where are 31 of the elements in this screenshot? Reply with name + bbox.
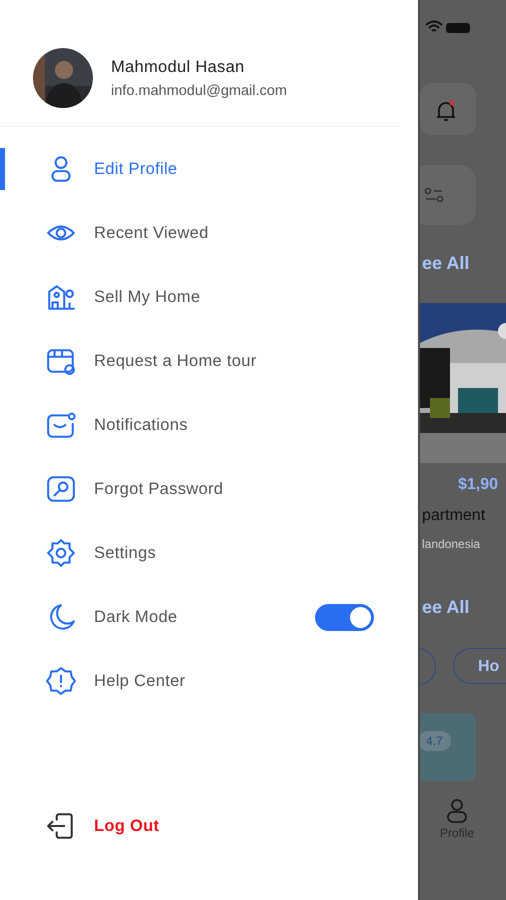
menu-item[interactable]: Recent Viewed	[6, 201, 418, 265]
user-name: Mahmodul Hasan	[111, 58, 246, 76]
menu-item[interactable]: Edit Profile	[6, 137, 418, 201]
notification-button[interactable]	[420, 83, 476, 135]
menu-item[interactable]: Dark Mode	[6, 585, 418, 649]
house-icon	[46, 282, 76, 312]
menu-item[interactable]: Notifications	[6, 393, 418, 457]
battery-icon	[446, 23, 470, 33]
see-all-link[interactable]: ee All	[422, 597, 470, 618]
logout-button[interactable]: Log Out	[0, 794, 418, 858]
category-chip[interactable]: Ho	[453, 648, 506, 684]
mail-icon	[46, 410, 76, 440]
bell-icon	[434, 99, 458, 123]
user-icon	[445, 798, 469, 824]
menu-item[interactable]: Settings	[6, 521, 418, 585]
menu-item[interactable]: Forgot Password	[6, 457, 418, 521]
toggle-switch[interactable]	[315, 604, 374, 630]
settings-icon	[46, 538, 76, 568]
property-location: landonesia	[422, 537, 480, 551]
user-email: info.mahmodul@gmail.com	[111, 82, 287, 98]
property-title: partment	[422, 507, 486, 525]
wifi-icon	[425, 20, 443, 34]
key-icon	[46, 474, 76, 504]
menu-item[interactable]: Help Center	[6, 649, 418, 713]
rating-badge: 4.7	[420, 731, 451, 751]
menu-item[interactable]: Request a Home tour	[6, 329, 418, 393]
menu-item[interactable]: Sell My Home	[6, 265, 418, 329]
alert-icon	[46, 666, 76, 696]
property-price: $1,90	[458, 476, 498, 494]
active-indicator	[0, 148, 5, 190]
see-all-link[interactable]: ee All	[422, 253, 470, 274]
